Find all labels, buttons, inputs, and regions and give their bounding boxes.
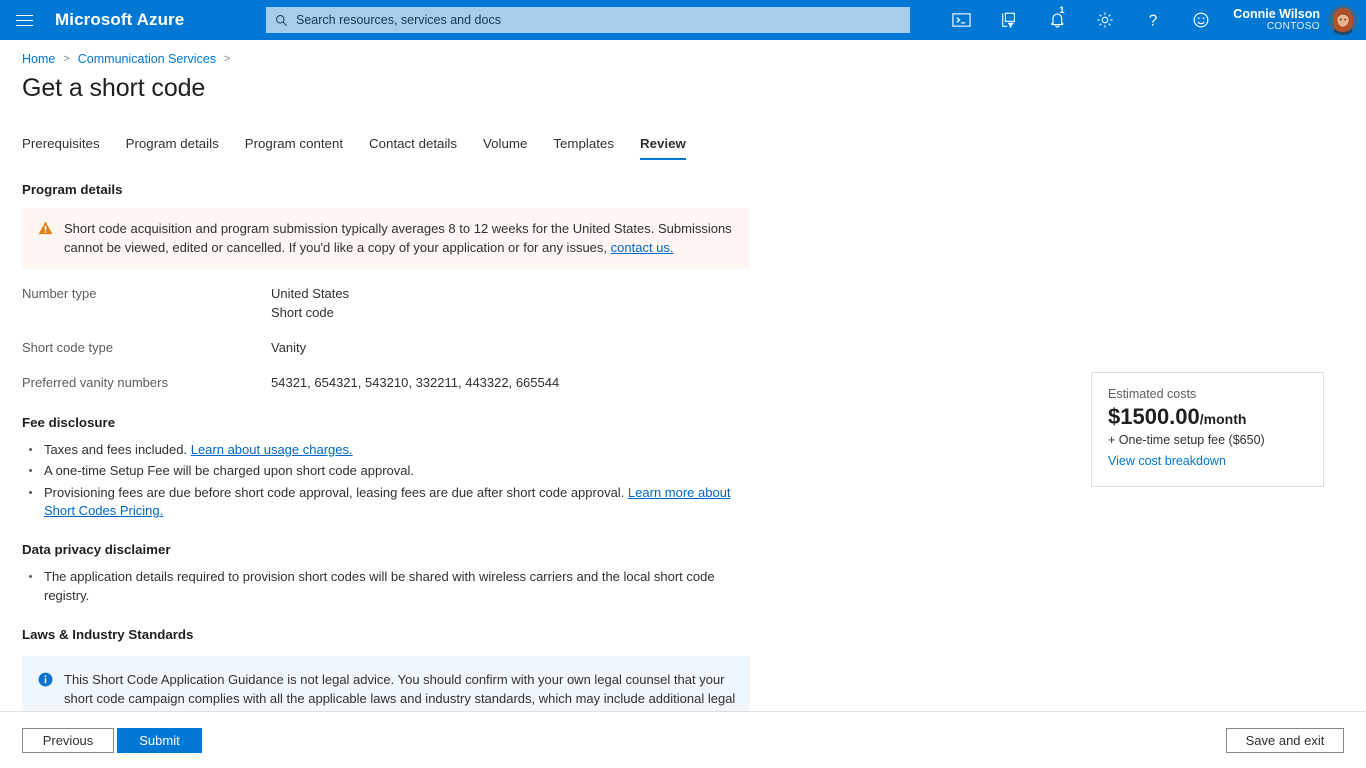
section-heading-program-details: Program details (22, 182, 1366, 197)
global-search-box[interactable] (266, 7, 910, 33)
user-name: Connie Wilson (1233, 7, 1320, 21)
hamburger-menu-icon[interactable] (0, 0, 48, 40)
directories-subscriptions-icon[interactable] (985, 0, 1033, 40)
detail-row-short-code-type: Short code type Vanity (22, 339, 762, 358)
detail-value-preferred-vanity-numbers: 54321, 654321, 543210, 332211, 443322, 6… (271, 374, 559, 393)
review-content-panel: Program details Short code acquisition a… (0, 182, 1366, 744)
user-organization: CONTOSO (1233, 21, 1320, 33)
data-privacy-list: The application details required to prov… (26, 568, 1366, 605)
tab-program-content[interactable]: Program content (245, 136, 343, 160)
help-question-icon[interactable]: ? (1129, 0, 1177, 40)
list-item: Taxes and fees included. Learn about usa… (26, 441, 732, 459)
page-title: Get a short code (0, 66, 1366, 103)
breadcrumb: Home > Communication Services > (0, 40, 1366, 66)
section-heading-data-privacy: Data privacy disclaimer (22, 542, 1366, 557)
detail-row-number-type: Number type United States Short code (22, 285, 762, 323)
cloud-shell-icon[interactable] (937, 0, 985, 40)
notifications-bell-icon[interactable]: 1 (1033, 0, 1081, 40)
list-item: Provisioning fees are due before short c… (26, 484, 732, 521)
azure-top-navigation-bar: Microsoft Azure (0, 0, 1366, 40)
user-identity-text: Connie Wilson CONTOSO (1233, 7, 1320, 33)
submit-button[interactable]: Submit (117, 728, 202, 753)
list-item: A one-time Setup Fee will be charged upo… (26, 462, 732, 480)
search-input[interactable] (296, 7, 910, 33)
fee-item-text-1: Taxes and fees included. (44, 442, 191, 457)
detail-value-number-kind: Short code (271, 304, 349, 323)
search-icon (266, 14, 296, 27)
tab-program-details[interactable]: Program details (126, 136, 219, 160)
detail-value-number-type: United States Short code (271, 285, 349, 323)
svg-text:?: ? (1149, 12, 1158, 29)
warning-banner: Short code acquisition and program submi… (22, 208, 750, 269)
previous-button[interactable]: Previous (22, 728, 114, 753)
detail-label-short-code-type: Short code type (22, 339, 271, 358)
warning-triangle-icon (38, 221, 53, 240)
one-time-setup-fee-text: + One-time setup fee ($650) (1108, 433, 1307, 447)
info-circle-icon (38, 672, 53, 692)
view-cost-breakdown-link[interactable]: View cost breakdown (1108, 454, 1226, 468)
tab-contact-details[interactable]: Contact details (369, 136, 457, 160)
estimated-costs-label: Estimated costs (1108, 387, 1307, 401)
list-item: The application details required to prov… (26, 568, 732, 605)
contact-us-link[interactable]: contact us. (611, 240, 674, 255)
user-account-menu[interactable]: Connie Wilson CONTOSO (1225, 0, 1366, 40)
estimated-monthly-cost: $1500.00/month (1108, 404, 1307, 430)
cost-amount-value: $1500.00 (1108, 404, 1200, 429)
fee-item-text-3: Provisioning fees are due before short c… (44, 485, 628, 500)
detail-label-number-type: Number type (22, 285, 271, 323)
feedback-smiley-icon[interactable] (1177, 0, 1225, 40)
cost-period-label: /month (1200, 411, 1247, 427)
detail-value-country: United States (271, 285, 349, 304)
tab-prerequisites[interactable]: Prerequisites (22, 136, 100, 160)
user-avatar[interactable] (1328, 5, 1358, 35)
azure-brand-title[interactable]: Microsoft Azure (55, 10, 184, 30)
detail-row-preferred-vanity-numbers: Preferred vanity numbers 54321, 654321, … (22, 374, 762, 393)
breadcrumb-communication-services[interactable]: Communication Services (78, 52, 216, 66)
tab-templates[interactable]: Templates (553, 136, 614, 160)
estimated-costs-card: Estimated costs $1500.00/month + One-tim… (1091, 372, 1324, 487)
detail-label-preferred-vanity-numbers: Preferred vanity numbers (22, 374, 271, 393)
breadcrumb-home[interactable]: Home (22, 52, 55, 66)
detail-value-short-code-type: Vanity (271, 339, 306, 358)
program-details-summary-table: Number type United States Short code Sho… (22, 285, 762, 392)
tab-volume[interactable]: Volume (483, 136, 527, 160)
notification-badge-count: 1 (1059, 6, 1064, 16)
wizard-footer-bar: Previous Submit Save and exit (0, 711, 1366, 768)
save-and-exit-button[interactable]: Save and exit (1226, 728, 1344, 753)
warning-banner-text: Short code acquisition and program submi… (64, 219, 738, 257)
wizard-tab-bar: Prerequisites Program details Program co… (0, 130, 1366, 160)
learn-about-usage-charges-link[interactable]: Learn about usage charges. (191, 442, 353, 457)
tab-review[interactable]: Review (640, 136, 686, 160)
fee-item-text-2: A one-time Setup Fee will be charged upo… (44, 463, 414, 478)
privacy-item-text-1: The application details required to prov… (44, 569, 715, 602)
breadcrumb-separator-icon: > (63, 53, 69, 65)
section-heading-laws-industry-standards: Laws & Industry Standards (22, 627, 1366, 642)
breadcrumb-separator-icon-2: > (224, 53, 230, 65)
top-bar-actions: 1 ? (937, 0, 1366, 40)
settings-gear-icon[interactable] (1081, 0, 1129, 40)
